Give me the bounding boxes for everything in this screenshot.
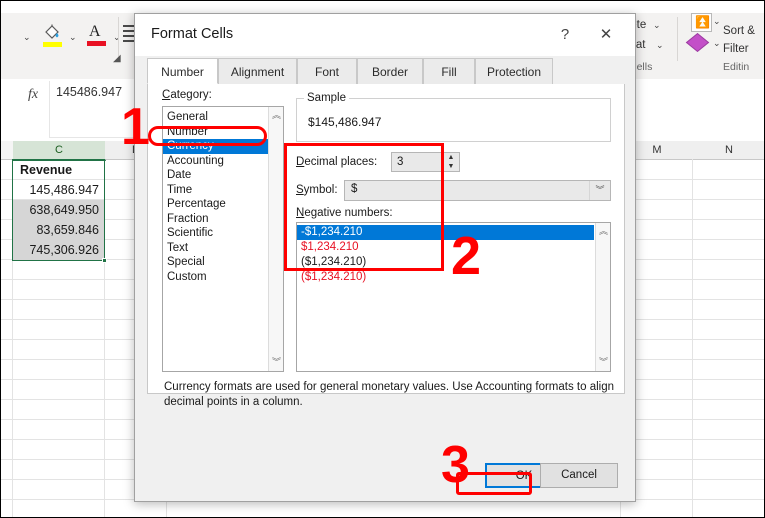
list-item[interactable]: Time — [163, 183, 268, 198]
chevron-down-icon[interactable]: ︾ — [269, 355, 284, 370]
tab-font[interactable]: Font — [297, 58, 357, 84]
list-item[interactable]: ($1,234.210) — [297, 270, 594, 285]
chevron-up-icon[interactable]: ︽ — [596, 224, 611, 239]
list-item[interactable]: Text — [163, 241, 268, 256]
symbol-label: Symbol: — [296, 184, 338, 196]
sample-value: $145,486.947 — [308, 115, 382, 129]
table-cell[interactable]: 83,659.846 — [13, 220, 104, 240]
spinner-down-icon[interactable]: ▼ — [443, 162, 459, 171]
fill-color-swatch — [43, 42, 62, 47]
spinner-up-icon[interactable]: ▲ — [443, 153, 459, 162]
decimal-places-stepper[interactable]: ▲ ▼ — [443, 152, 460, 172]
column-header-c[interactable]: C — [13, 141, 106, 161]
category-listbox[interactable]: General Number Currency Accounting Date … — [162, 106, 284, 372]
list-item[interactable]: ($1,234.210) — [297, 255, 594, 270]
list-item[interactable]: Scientific — [163, 226, 268, 241]
negative-numbers-label: Negative numbers: — [296, 207, 393, 219]
negative-numbers-scrollbar[interactable]: ︽ ︾ — [595, 223, 610, 371]
category-scrollbar[interactable]: ︽ ︾ — [268, 107, 283, 371]
dialog-title: Format Cells — [151, 26, 234, 42]
sort-filter-icon — [685, 33, 710, 52]
format-description: Currency formats are used for general mo… — [164, 381, 614, 408]
find-select-icon: ⏫ — [695, 15, 710, 29]
list-item[interactable]: Fraction — [163, 212, 268, 227]
list-item[interactable]: -$1,234.210 — [297, 225, 594, 240]
close-icon[interactable]: ✕ — [591, 22, 621, 48]
fill-color-chevron-icon[interactable]: ⌄ — [69, 33, 77, 42]
help-icon[interactable]: ? — [551, 22, 579, 48]
formula-bar-input[interactable]: 145486.947 — [49, 81, 135, 138]
tab-border[interactable]: Border — [357, 58, 423, 84]
format-cells-dialog: Format Cells ? ✕ Number Alignment Font B… — [134, 13, 636, 502]
font-color-swatch — [87, 41, 106, 46]
decimal-places-input[interactable]: 3 — [391, 152, 443, 172]
tab-alignment[interactable]: Alignment — [218, 58, 297, 84]
column-header-n[interactable]: N — [693, 141, 764, 159]
list-item[interactable]: Date — [163, 168, 268, 183]
sort-filter-chevron-icon[interactable]: ⌄ — [713, 39, 721, 48]
tab-fill[interactable]: Fill — [423, 58, 475, 84]
font-dialog-launcher-icon[interactable]: ◢ — [113, 53, 121, 64]
negative-numbers-listbox[interactable]: -$1,234.210 $1,234.210 ($1,234.210) ($1,… — [296, 222, 611, 372]
fill-bucket-icon — [45, 24, 59, 39]
formula-bar-value: 145486.947 — [56, 85, 123, 99]
find-select-chevron-icon[interactable]: ⌄ — [713, 17, 721, 26]
font-color-chevron-icon[interactable]: ⌄ — [113, 33, 121, 42]
list-item[interactable]: Percentage — [163, 197, 268, 212]
screenshot-root: ⌄ ⌄ A ⌄ ◢ Delete ⌄ — [0, 0, 765, 518]
table-cell[interactable]: 638,649.950 — [13, 200, 104, 220]
list-item[interactable]: Custom — [163, 270, 268, 285]
list-item[interactable]: General — [163, 110, 268, 125]
list-item[interactable]: Number — [163, 125, 268, 140]
dialog-tabstrip: Number Alignment Font Border Fill Protec… — [147, 58, 625, 85]
table-cell[interactable]: Revenue — [13, 160, 104, 180]
sample-label: Sample — [304, 92, 349, 104]
font-color-button[interactable]: A — [85, 23, 109, 49]
chevron-up-icon[interactable]: ︽ — [269, 108, 284, 123]
ribbon-top-strip — [1, 1, 764, 13]
chevron-down-icon[interactable]: ︾ — [596, 355, 611, 370]
font-size-chevron-icon[interactable]: ⌄ — [23, 33, 31, 42]
fill-color-button[interactable] — [41, 23, 65, 49]
symbol-select[interactable]: $ ︾ — [344, 180, 611, 201]
editing-group-label: Editin — [723, 61, 750, 73]
format-chevron-icon[interactable]: ⌄ — [656, 41, 664, 50]
dialog-titlebar: Format Cells ? ✕ — [135, 14, 635, 56]
table-cell[interactable]: 745,306.926 — [13, 240, 104, 260]
dialog-body: Category: General Number Currency Accoun… — [147, 84, 625, 408]
font-color-letter-icon: A — [89, 23, 101, 40]
category-label: Category: — [162, 89, 212, 101]
chevron-down-icon[interactable]: ︾ — [589, 181, 610, 200]
ribbon-filter-label[interactable]: Filter — [723, 43, 749, 55]
cancel-button[interactable]: Cancel — [540, 463, 618, 488]
tab-number[interactable]: Number — [147, 58, 218, 84]
fx-icon[interactable]: fx — [19, 85, 47, 105]
delete-chevron-icon[interactable]: ⌄ — [653, 21, 661, 30]
tab-protection[interactable]: Protection — [475, 58, 553, 84]
symbol-value: $ — [351, 183, 358, 195]
find-select-button[interactable]: ⏫ — [691, 13, 712, 32]
decimal-places-label: Decimal places: — [296, 156, 378, 168]
selection-fill-handle[interactable] — [102, 258, 107, 263]
list-item[interactable]: $1,234.210 — [297, 240, 594, 255]
list-item[interactable]: Accounting — [163, 154, 268, 169]
ribbon-sort-label[interactable]: Sort & — [723, 25, 755, 37]
list-item[interactable]: Currency — [163, 139, 268, 154]
table-cell[interactable]: 145,486.947 — [13, 180, 104, 200]
sort-filter-button[interactable] — [685, 33, 710, 52]
list-item[interactable]: Special — [163, 255, 268, 270]
